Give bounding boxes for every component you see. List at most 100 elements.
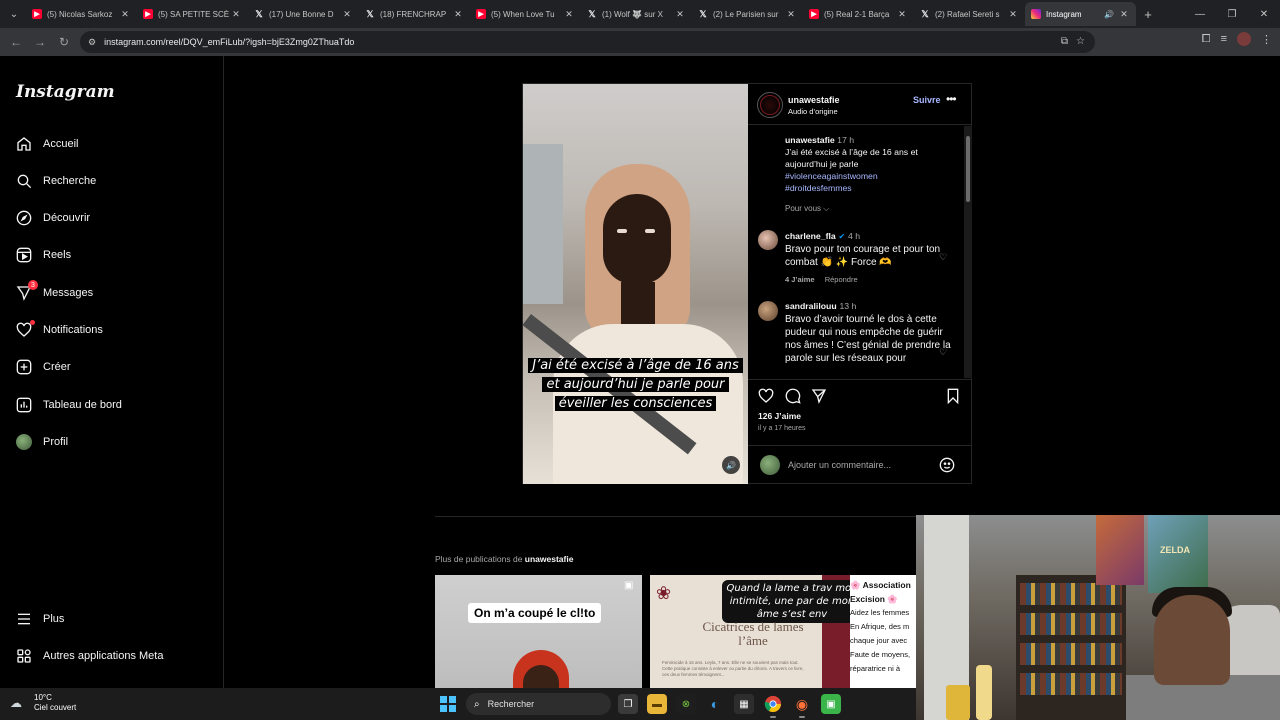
sidebar-item-reels[interactable]: Reels (16, 244, 71, 266)
minimize-icon[interactable]: — (1184, 0, 1216, 28)
author-avatar[interactable] (757, 92, 783, 118)
share-icon[interactable] (811, 388, 827, 404)
like-comment-icon[interactable]: ♡ (939, 347, 947, 358)
sidebar-item-accueil[interactable]: Accueil (16, 133, 78, 155)
bookmark-star-icon[interactable]: ☆ (1076, 36, 1085, 47)
bookmark-icon[interactable] (945, 388, 961, 405)
comment-bubble-icon[interactable] (785, 388, 801, 404)
hashtag-link[interactable]: #droitdesfemmes (785, 182, 955, 194)
see-translation-link[interactable]: Pour vous ⌵ (785, 204, 829, 214)
comment-likes[interactable]: 4 J’aime (785, 275, 815, 284)
chrome-menu-icon[interactable]: ⋮ (1261, 33, 1272, 46)
reply-link[interactable]: Répondre (825, 275, 858, 284)
close-icon[interactable]: ✕ (452, 9, 464, 20)
author-username[interactable]: unawestafie (788, 95, 840, 105)
more-posts-username[interactable]: unawestafie (525, 554, 574, 564)
media-controls-icon[interactable]: ≡ (1221, 33, 1227, 45)
reel-video[interactable]: J’ai été excisé à l’âge de 16 ans et auj… (523, 84, 748, 484)
close-window-icon[interactable]: ✕ (1248, 0, 1280, 28)
x-icon: 𝕏 (588, 8, 596, 19)
task-view-icon[interactable]: ❐ (618, 694, 638, 714)
browser-tab[interactable]: 𝕏 (18) FRENCHRAP ✕ (359, 2, 470, 26)
tab-search-button[interactable]: ⌄ (2, 2, 26, 26)
comment-avatar[interactable] (758, 230, 778, 250)
comment-username[interactable]: charlene_fla (785, 231, 836, 241)
chrome-icon[interactable] (763, 694, 783, 718)
site-info-icon[interactable]: ⚙ (88, 37, 96, 48)
close-icon[interactable]: ✕ (1007, 9, 1019, 20)
close-icon[interactable]: ✕ (230, 9, 242, 20)
comment-avatar[interactable] (758, 301, 778, 321)
restore-icon[interactable]: ❐ (1216, 0, 1248, 28)
new-tab-button[interactable]: + (1136, 7, 1160, 22)
comment-username[interactable]: sandralilouu (785, 301, 837, 311)
reel-icon: ▣ (624, 580, 634, 591)
comment-input[interactable] (788, 457, 928, 473)
more-post-thumbnail[interactable]: ❀ Quand la lame a trav mon intimité, une… (650, 575, 850, 688)
follow-button[interactable]: Suivre (913, 95, 941, 105)
comments-list[interactable]: unawestafie 17 h J’ai été excisé à l’âge… (748, 126, 972, 378)
caption-username[interactable]: unawestafie (785, 135, 835, 145)
browser-tab-active[interactable]: Instagram 🔊 ✕ (1025, 2, 1136, 26)
like-comment-icon[interactable]: ♡ (939, 252, 947, 263)
caption-author-avatar[interactable] (758, 136, 778, 156)
close-icon[interactable]: ✕ (341, 9, 353, 20)
address-bar[interactable]: ⚙ instagram.com/reel/DQV_emFiLub/?igsh=b… (80, 31, 1095, 53)
browser-tab[interactable]: ▶ (5) SA PETITE SCÈ ✕ (137, 2, 248, 26)
volume-icon[interactable]: 🔊 (722, 456, 740, 474)
more-post-thumbnail[interactable]: On m’a coupé le cl!to ▣ (435, 575, 642, 688)
poster-text: ZELDA (1160, 545, 1190, 555)
extensions-icon[interactable]: ⧠ (1202, 33, 1211, 46)
store-icon[interactable]: ▦ (734, 694, 754, 714)
browser-tab[interactable]: 𝕏 (2) Rafael Sereti s ✕ (914, 2, 1025, 26)
reload-icon[interactable]: ↻ (52, 30, 76, 54)
sidebar-item-messages[interactable]: 3 Messages (16, 280, 93, 304)
emoji-icon[interactable] (939, 457, 955, 473)
comments-scrollbar[interactable] (964, 126, 972, 378)
browser-tab[interactable]: ▶ (5) Nicolas Sarkoz ✕ (26, 2, 137, 26)
sidebar-item-profil[interactable]: Profil (16, 431, 68, 453)
section-divider (435, 516, 971, 517)
close-icon[interactable]: ✕ (785, 9, 797, 20)
edge-icon[interactable]: ◐ (705, 694, 725, 714)
instagram-sidebar: Instagram Accueil Recherche Découvrir Re… (0, 56, 224, 688)
more-options-icon[interactable]: ••• (946, 92, 957, 106)
url-text[interactable]: instagram.com/reel/DQV_emFiLub/?igsh=bjE… (104, 37, 354, 47)
browser-tab[interactable]: 𝕏 (2) Le Parisien sur ✕ (692, 2, 803, 26)
browser-tab[interactable]: 𝕏 (1) Wolf 🐺 sur X ✕ (581, 2, 692, 26)
sidebar-item-creer[interactable]: Créer (16, 356, 71, 378)
app-icon[interactable]: ▣ (821, 694, 841, 714)
close-icon[interactable]: ✕ (896, 9, 908, 20)
instagram-logo[interactable]: Instagram (16, 82, 115, 102)
likes-count[interactable]: 126 J’aime (758, 411, 801, 421)
profile-avatar[interactable] (1237, 32, 1251, 46)
close-icon[interactable]: ✕ (674, 9, 686, 20)
browser-tab[interactable]: ▶ (5) When Love Tu ✕ (470, 2, 581, 26)
weather-widget[interactable]: ☁ 10°C Ciel couvert (10, 693, 76, 713)
taskbar-search[interactable]: ⌕ Rechercher (466, 693, 611, 715)
speaker-icon[interactable]: 🔊 (1104, 10, 1114, 19)
file-explorer-icon[interactable]: ▬ (647, 694, 667, 714)
scrollbar-thumb[interactable] (966, 136, 970, 202)
back-icon[interactable]: ← (4, 30, 28, 54)
sidebar-item-plus[interactable]: Plus (16, 608, 64, 630)
windows-start-icon[interactable] (440, 696, 456, 712)
audio-label[interactable]: Audio d’origine (788, 107, 838, 116)
forward-icon[interactable]: → (28, 30, 52, 54)
install-app-icon[interactable]: ⧉ (1061, 36, 1068, 47)
sidebar-item-notifications[interactable]: Notifications (16, 319, 103, 341)
browser-tab[interactable]: ▶ (5) Real 2-1 Barça ✕ (803, 2, 914, 26)
close-icon[interactable]: ✕ (1118, 9, 1130, 20)
hashtag-link[interactable]: #violenceagainstwomen (785, 170, 955, 182)
sidebar-item-decouvrir[interactable]: Découvrir (16, 207, 90, 229)
sidebar-item-meta-apps[interactable]: Autres applications Meta (16, 645, 163, 667)
browser-tab[interactable]: 𝕏 (17) Une Bonne D ✕ (248, 2, 359, 26)
firefox-icon[interactable]: ◉ (792, 694, 812, 718)
like-heart-icon[interactable] (758, 388, 774, 404)
sidebar-item-recherche[interactable]: Recherche (16, 170, 96, 192)
close-icon[interactable]: ✕ (563, 9, 575, 20)
sidebar-item-tableau-de-bord[interactable]: Tableau de bord (16, 394, 122, 416)
more-post-thumbnail[interactable]: 🌸 Association Excision 🌸 Aidez les femme… (850, 575, 916, 688)
xbox-icon[interactable]: ⊗ (676, 694, 696, 714)
close-icon[interactable]: ✕ (119, 9, 131, 20)
